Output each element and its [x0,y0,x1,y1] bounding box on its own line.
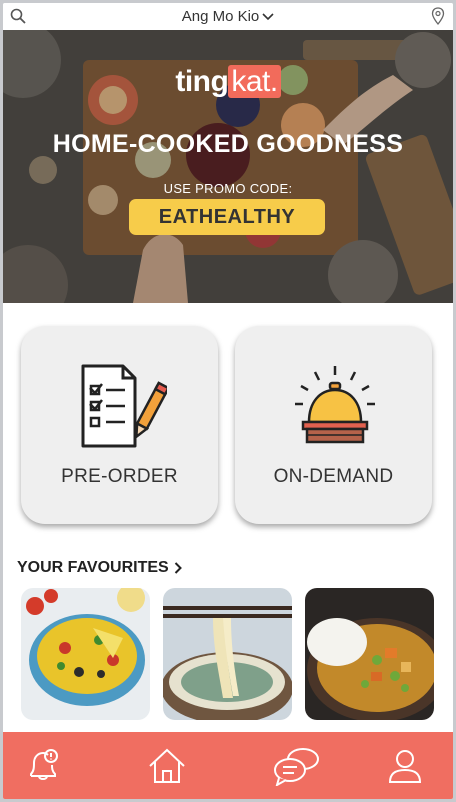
chevron-down-icon [262,12,274,20]
noodle-soup-image [163,588,292,720]
top-bar: Ang Mo Kio [3,3,453,30]
pre-order-label: PRE-ORDER [61,466,178,487]
promo-code-badge[interactable]: EATHEALTHY [129,199,325,235]
chat-icon[interactable] [273,746,321,786]
pre-order-button[interactable]: PRE-ORDER [21,326,218,524]
app-screen: Ang Mo Kio ting kat. HOME-COOKED GOODNES… [3,3,453,799]
tingkat-logo: ting kat. [3,65,453,99]
notification-bell-icon[interactable] [23,746,63,786]
favourite-item-rice[interactable] [21,588,150,720]
location-selector[interactable]: Ang Mo Kio [182,8,275,25]
promo-label: USE PROMO CODE: [163,181,293,196]
logo-text-ting: ting [175,65,229,98]
hero-banner[interactable]: ting kat. HOME-COOKED GOODNESS USE PROMO … [3,30,453,303]
on-demand-button[interactable]: ON-DEMAND [235,326,432,524]
favourites-heading[interactable]: YOUR FAVOURITES [17,559,182,577]
service-bell-icon [295,366,375,444]
profile-icon[interactable] [385,746,425,786]
logo-text-kat: kat. [228,65,281,98]
hero-title: HOME-COOKED GOODNESS [52,130,404,158]
favourites-title: YOUR FAVOURITES [17,559,169,576]
map-pin-icon[interactable] [431,7,445,25]
favourite-item-curry[interactable] [305,588,434,720]
device-frame: Ang Mo Kio ting kat. HOME-COOKED GOODNES… [0,0,456,802]
bottom-navigation [3,732,453,799]
search-icon[interactable] [10,8,26,24]
curry-rice-image [305,588,434,720]
home-icon[interactable] [147,746,187,786]
location-label: Ang Mo Kio [181,8,260,25]
favourite-item-noodles[interactable] [163,588,292,720]
chevron-right-icon [174,562,182,574]
rice-dish-image [21,588,150,720]
on-demand-label: ON-DEMAND [273,466,394,487]
checklist-icon [81,364,167,448]
